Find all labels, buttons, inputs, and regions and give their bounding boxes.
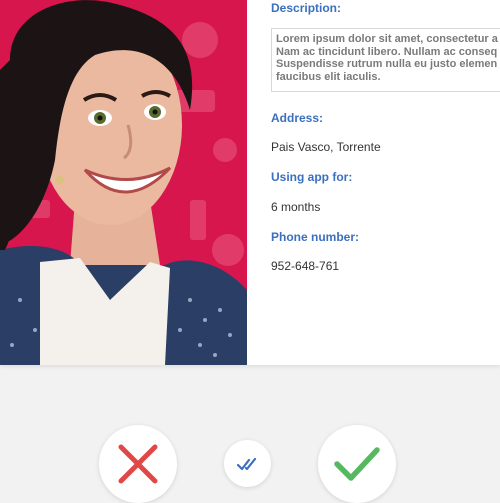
phone-label: Phone number: — [271, 230, 360, 244]
description-line: Suspendisse rutrum nulla eu justo elemen — [276, 58, 498, 70]
reject-button[interactable] — [99, 425, 177, 503]
profile-card: Description: Lorem ipsum dolor sit amet,… — [0, 0, 500, 365]
close-icon — [118, 444, 158, 484]
phone-value: 952-648-761 — [271, 259, 340, 273]
accept-button[interactable] — [318, 425, 396, 503]
address-label: Address: — [271, 111, 324, 125]
using-app-value: 6 months — [271, 200, 321, 214]
address-value: Pais Vasco, Torrente — [271, 140, 381, 154]
description-line: Lorem ipsum dolor sit amet, consectetur … — [276, 33, 498, 45]
profile-photo — [0, 0, 247, 365]
description-line: Nam ac tincidunt libero. Nullam ac conse… — [276, 45, 498, 58]
using-app-label: Using app for: — [271, 170, 353, 184]
description-line: faucibus elit iaculis. — [276, 70, 381, 83]
check-icon — [334, 447, 380, 481]
description-textbox[interactable]: Lorem ipsum dolor sit amet, consectetur … — [271, 28, 500, 92]
description-label: Description: — [271, 1, 342, 15]
double-check-icon — [236, 457, 256, 470]
super-like-button[interactable] — [224, 440, 271, 487]
profile-info: Description: Lorem ipsum dolor sit amet,… — [271, 0, 500, 365]
